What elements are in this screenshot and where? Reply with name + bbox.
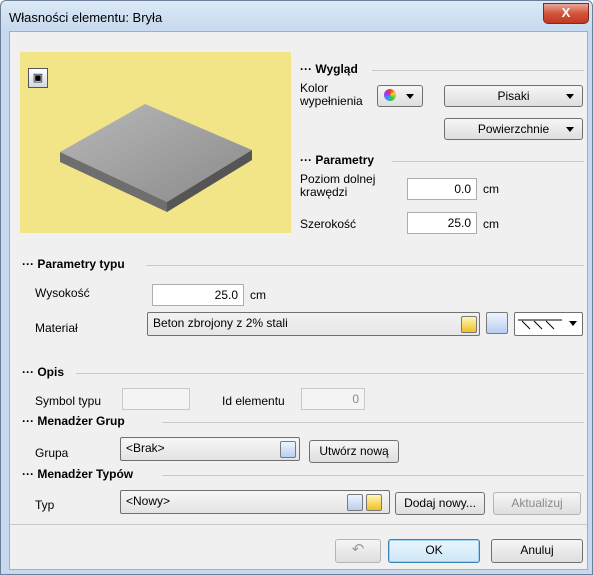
hatch-pattern-select[interactable] — [514, 312, 583, 336]
lower-edge-unit: cm — [483, 182, 499, 196]
create-group-button[interactable]: Utwórz nową — [309, 440, 399, 463]
close-icon: X — [561, 5, 571, 20]
title-bar[interactable]: Własności elementu: Bryła X — [1, 1, 592, 31]
chevron-down-icon — [566, 94, 574, 99]
undo-button[interactable]: ↶ — [335, 539, 381, 563]
material-select[interactable]: Beton zbrojony z 2% stali — [147, 312, 480, 336]
cancel-button[interactable]: Anuluj — [491, 539, 583, 563]
group-pick-icon[interactable] — [280, 441, 296, 458]
undo-icon: ↶ — [351, 541, 365, 558]
type-edit-icon[interactable] — [366, 494, 382, 511]
lower-edge-input[interactable]: 0.0 — [407, 178, 477, 200]
section-group-manager: ··· Menadżer Grup — [22, 414, 584, 428]
height-input[interactable]: 25.0 — [152, 284, 244, 306]
fill-color-label: Kolor wypełnienia — [300, 81, 363, 108]
footer-divider — [10, 524, 587, 525]
group-label: Grupa — [35, 446, 69, 460]
slab-3d-icon — [60, 104, 252, 212]
width-input[interactable]: 25.0 — [407, 212, 477, 234]
section-type-manager: ··· Menadżer Typów — [22, 467, 584, 481]
chevron-down-icon — [569, 321, 577, 326]
section-type-params: ··· Parametry typu — [22, 257, 584, 271]
hatch-pattern-icon — [518, 319, 562, 330]
lower-edge-label: Poziom dolnej krawędzi — [300, 172, 376, 199]
update-type-button[interactable]: Aktualizuj — [493, 492, 581, 515]
surfaces-button[interactable]: Powierzchnie — [444, 118, 583, 140]
height-label: Wysokość — [35, 286, 90, 300]
width-unit: cm — [483, 217, 499, 231]
palette-icon — [384, 89, 396, 101]
section-description-title: Opis — [37, 365, 64, 379]
height-unit: cm — [250, 288, 266, 302]
dialog-title: Własności elementu: Bryła — [9, 10, 163, 25]
pens-button[interactable]: Pisaki — [444, 85, 583, 107]
section-appearance-title: Wygląd — [315, 62, 358, 76]
element-id-label: Id elementu — [222, 394, 285, 408]
type-label: Typ — [35, 498, 55, 512]
type-pick-icon[interactable] — [347, 494, 363, 511]
section-parameters-title: Parametry — [315, 153, 375, 167]
section-description: ··· Opis — [22, 365, 584, 379]
width-label: Szerokość — [300, 217, 357, 231]
type-symbol-label: Symbol typu — [35, 394, 102, 408]
section-group-manager-title: Menadżer Grup — [37, 414, 125, 428]
section-appearance: ··· Wygląd — [300, 62, 584, 76]
chevron-down-icon — [566, 127, 574, 132]
ok-button[interactable]: OK — [388, 539, 480, 563]
dialog-body: ▣ ··· Wygląd Kolor wypełnienia Pisaki Po… — [9, 31, 588, 570]
add-type-button[interactable]: Dodaj nowy... — [395, 492, 485, 515]
group-select[interactable]: <Brak> — [120, 437, 300, 461]
section-type-manager-title: Menadżer Typów — [37, 467, 134, 481]
view-mode-icon[interactable]: ▣ — [28, 68, 48, 88]
fill-color-picker[interactable] — [377, 85, 423, 107]
properties-dialog: Własności elementu: Bryła X ▣ ··· Wygląd… — [0, 0, 593, 575]
material-label: Materiał — [35, 321, 78, 335]
close-button[interactable]: X — [543, 3, 589, 24]
material-library-icon[interactable] — [486, 312, 508, 334]
element-id-field: 0 — [301, 388, 365, 410]
section-type-params-title: Parametry typu — [37, 257, 125, 271]
type-symbol-input[interactable] — [122, 388, 190, 410]
shape-preview — [20, 52, 291, 233]
material-edit-icon[interactable] — [461, 316, 477, 333]
section-parameters: ··· Parametry — [300, 153, 584, 167]
chevron-down-icon — [406, 94, 414, 99]
